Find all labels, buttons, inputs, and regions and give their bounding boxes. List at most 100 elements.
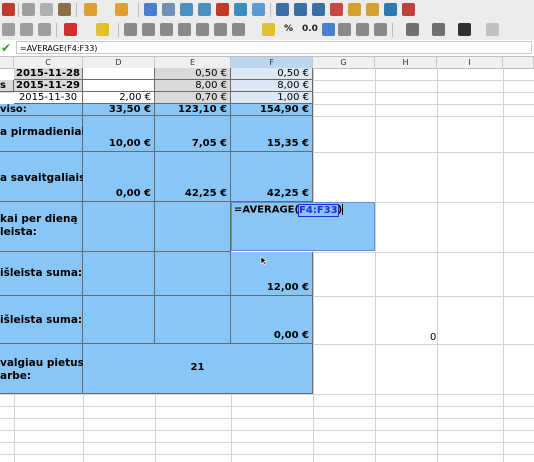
copy-icon[interactable] (40, 3, 53, 16)
summary-label: išleista suma: (0, 267, 83, 279)
column-header-c[interactable]: C (14, 57, 83, 68)
summary-d[interactable]: 0,00 € (83, 152, 155, 202)
total-e[interactable]: 123,10 € (155, 104, 231, 116)
summary-e[interactable] (155, 252, 231, 296)
summary-e[interactable]: 42,25 € (155, 152, 231, 202)
pdf-icon[interactable] (2, 3, 15, 16)
column-header-b[interactable] (0, 57, 14, 68)
summary-d[interactable] (83, 202, 155, 252)
sheet-grid[interactable]: 2015-11-28 0,50 € 0,50 € s 2015-11-29 8,… (0, 68, 534, 462)
cell-d[interactable] (83, 68, 155, 80)
redo-icon[interactable] (115, 3, 128, 16)
summary-f[interactable]: 15,35 € (231, 116, 313, 152)
column-header-i[interactable]: I (437, 57, 503, 68)
cell-e[interactable]: 0,50 € (155, 68, 231, 80)
summary-value: 10,00 € (108, 138, 151, 149)
comment-icon[interactable] (366, 3, 379, 16)
cut-icon[interactable] (22, 3, 35, 16)
column-header-g[interactable]: G (313, 57, 375, 68)
summary-label: leista: (0, 226, 37, 238)
summary-label-cell[interactable]: išleista suma: (0, 296, 83, 344)
col-insert-icon[interactable] (294, 3, 307, 16)
cell-date[interactable]: 2015-11-30 (14, 92, 83, 104)
bold-icon[interactable] (2, 23, 15, 36)
number-format-icon[interactable]: 0.0 (302, 24, 318, 34)
total-d[interactable]: 33,50 € (83, 104, 155, 116)
cell-date[interactable]: 2015-11-29 (14, 80, 83, 92)
summary-label-cell[interactable]: kai per dieną leista: (0, 202, 83, 252)
delete-decimal-icon[interactable] (338, 23, 351, 36)
hyperlink-icon[interactable] (384, 3, 397, 16)
highlight-icon[interactable] (96, 23, 109, 36)
sort-desc-icon[interactable] (198, 3, 211, 16)
accept-check-icon[interactable]: ✔ (1, 41, 11, 55)
delete-icon[interactable] (330, 3, 343, 16)
autospell-icon[interactable] (162, 3, 175, 16)
merge-icon[interactable] (196, 23, 209, 36)
align-top-icon[interactable] (214, 23, 227, 36)
outdent-icon[interactable] (374, 23, 387, 36)
column-header-d[interactable]: D (83, 57, 155, 68)
wrap-text-icon[interactable] (178, 23, 191, 36)
cell-d[interactable]: 2,00 € (83, 92, 155, 104)
underline-icon[interactable] (38, 23, 51, 36)
column-header-j[interactable] (503, 57, 534, 68)
summary-f[interactable]: 0,00 € (231, 296, 313, 344)
summary-d[interactable]: 10,00 € (83, 116, 155, 152)
summary-f[interactable]: 12,00 € (231, 252, 313, 296)
row-delete-icon[interactable] (312, 3, 325, 16)
total-label[interactable]: viso: (0, 104, 83, 116)
sort-icon[interactable] (180, 3, 193, 16)
align-left-icon[interactable] (124, 23, 137, 36)
font-color-icon[interactable] (64, 23, 77, 36)
align-right-icon[interactable] (160, 23, 173, 36)
print-icon[interactable] (402, 3, 415, 16)
cell-e[interactable]: 0,70 € (155, 92, 231, 104)
chart-icon[interactable] (216, 3, 229, 16)
border-color-icon[interactable] (458, 23, 471, 36)
conditional-format-icon[interactable] (486, 23, 499, 36)
cell-f[interactable]: 0,50 € (231, 68, 313, 80)
summary-label-cell[interactable]: a savaitgaliais: (0, 152, 90, 202)
image-icon[interactable] (252, 3, 265, 16)
add-decimal-icon[interactable] (322, 23, 335, 36)
align-bottom-icon[interactable] (232, 23, 245, 36)
percent-icon[interactable]: % (284, 24, 293, 34)
row-insert-icon[interactable] (276, 3, 289, 16)
cell-b[interactable]: s (0, 80, 14, 92)
summary-d[interactable] (83, 252, 155, 296)
summary-label-cell[interactable]: valgiau pietus arbe: (0, 344, 84, 394)
borders-icon[interactable] (406, 23, 419, 36)
italic-icon[interactable] (20, 23, 33, 36)
indent-icon[interactable] (356, 23, 369, 36)
summary-e[interactable]: 7,05 € (155, 116, 231, 152)
summary-label-cell[interactable]: išleista suma: (0, 252, 83, 296)
cell-date[interactable]: 2015-11-28 (14, 68, 83, 80)
cell-f[interactable]: 8,00 € (231, 80, 313, 92)
formula-input[interactable]: =AVERAGE(F4:F33) (16, 41, 532, 54)
column-header-f[interactable]: F (231, 57, 313, 68)
undo-icon[interactable] (84, 3, 97, 16)
summary-d[interactable] (83, 296, 155, 344)
freeze-icon[interactable] (348, 3, 361, 16)
pivot-icon[interactable] (234, 3, 247, 16)
summary-e[interactable] (155, 202, 231, 252)
column-header-e[interactable]: E (155, 57, 231, 68)
summary-label: a savaitgaliais: (0, 172, 90, 184)
column-header-h[interactable]: H (375, 57, 437, 68)
paste-icon[interactable] (58, 3, 71, 16)
border-style-icon[interactable] (432, 23, 445, 36)
active-cell-editor[interactable]: =AVERAGE(F4:F33) (231, 202, 375, 251)
cell-d[interactable] (83, 80, 155, 92)
currency-icon[interactable] (262, 23, 275, 36)
summary-label-cell[interactable]: a pirmadieniais: (0, 116, 96, 152)
cell-h-value[interactable]: 0 (430, 332, 436, 343)
merged-value-cell[interactable]: 21 (83, 344, 313, 394)
spellcheck-icon[interactable] (144, 3, 157, 16)
cell-e[interactable]: 8,00 € (155, 80, 231, 92)
summary-f[interactable]: 42,25 € (231, 152, 313, 202)
align-center-icon[interactable] (142, 23, 155, 36)
summary-e[interactable] (155, 296, 231, 344)
total-f[interactable]: 154,90 € (231, 104, 313, 116)
cell-f[interactable]: 1,00 € (231, 92, 313, 104)
